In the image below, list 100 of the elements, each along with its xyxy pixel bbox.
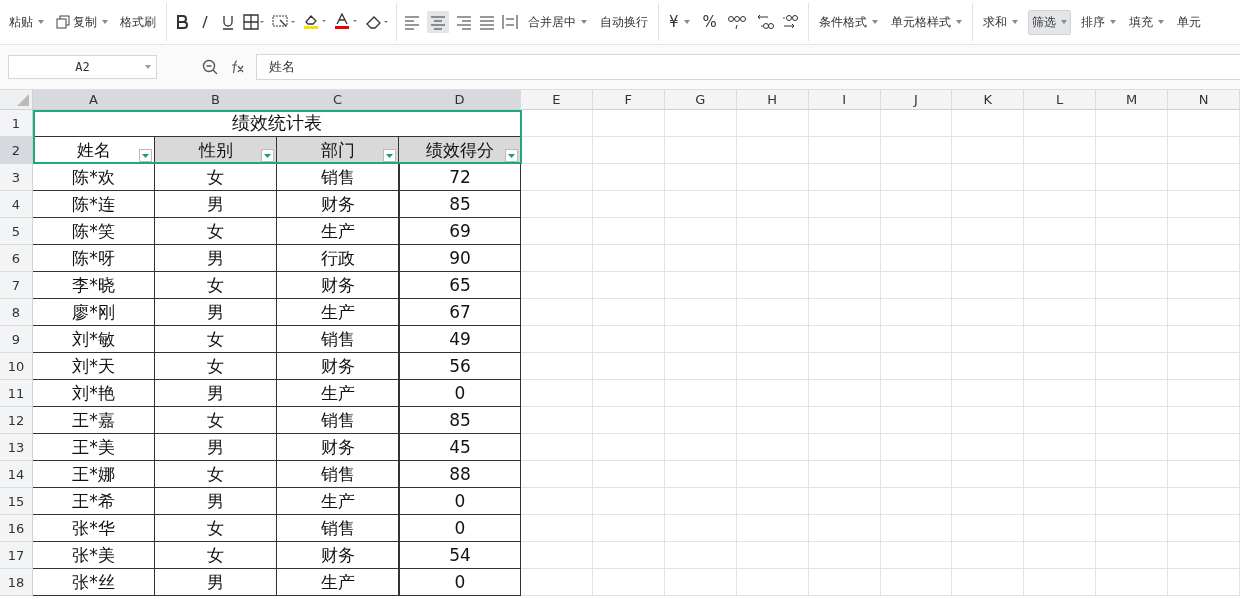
format-painter-button[interactable]: 格式刷 (117, 10, 159, 34)
column-header[interactable]: L (1024, 90, 1097, 110)
row-header[interactable]: 3 (0, 164, 33, 191)
table-cell: 销售 (277, 164, 399, 191)
row-header[interactable]: 16 (0, 515, 33, 542)
table-cell: 生产 (277, 299, 399, 326)
thousands-separator-icon[interactable] (726, 14, 747, 30)
row-header[interactable]: 17 (0, 542, 33, 569)
table-cell: 女 (155, 353, 277, 380)
table-cell: 男 (155, 380, 277, 407)
empty-cell (521, 515, 593, 542)
table-cell: 财务 (277, 434, 399, 461)
empty-cell (521, 272, 593, 299)
empty-cell (1168, 137, 1240, 164)
column-header[interactable]: K (952, 90, 1025, 110)
table-cell: 王*希 (33, 488, 155, 515)
table-cell: 女 (155, 272, 277, 299)
column-header[interactable]: C (277, 90, 399, 110)
filter-dropdown-icon[interactable] (139, 149, 152, 162)
row-header[interactable]: 12 (0, 407, 33, 434)
header-label: 姓名 (76, 138, 111, 162)
align-right-icon[interactable] (456, 14, 472, 30)
paste-button[interactable]: 粘贴 (6, 10, 47, 34)
row-header[interactable]: 14 (0, 461, 33, 488)
toolbar-button[interactable]: 单元 (1173, 10, 1204, 34)
table-cell: 销售 (277, 461, 399, 488)
name-box[interactable]: A2 (8, 55, 157, 79)
row-header[interactable]: 15 (0, 488, 33, 515)
table-cell: 陈*连 (33, 191, 155, 218)
table-cell: 男 (155, 488, 277, 515)
table-cell: 生产 (277, 569, 399, 596)
cell-fill-icon[interactable] (272, 14, 296, 30)
filter-dropdown-icon[interactable] (261, 149, 274, 162)
empty-cell (521, 245, 593, 272)
style-button[interactable]: 单元格样式 (887, 10, 965, 34)
row-header[interactable]: 8 (0, 299, 33, 326)
toolbar-button[interactable]: 排序 (1077, 10, 1119, 34)
highlight-icon[interactable] (303, 13, 327, 31)
empty-cell (521, 218, 593, 245)
row-header[interactable]: 18 (0, 569, 33, 596)
table-cell: 男 (155, 245, 277, 272)
font-color-icon[interactable] (334, 13, 358, 31)
toolbar-button[interactable]: 填充 (1125, 10, 1167, 34)
table-cell: 85 (399, 407, 521, 434)
table-cell: 女 (155, 407, 277, 434)
toolbar-button[interactable]: 筛选 (1027, 9, 1071, 35)
table-cell: 财务 (277, 272, 399, 299)
row-header[interactable]: 13 (0, 434, 33, 461)
row-header[interactable]: 10 (0, 353, 33, 380)
empty-cell (521, 110, 593, 137)
table-cell: 65 (399, 272, 521, 299)
row-header[interactable]: 2 (0, 137, 33, 164)
copy-button[interactable]: 复制 (53, 10, 111, 34)
row-header[interactable]: 1 (0, 110, 33, 137)
row-header[interactable]: 9 (0, 326, 33, 353)
row-header[interactable]: 4 (0, 191, 33, 218)
empty-cell (1168, 434, 1240, 461)
empty-cell (521, 569, 593, 596)
row-header[interactable]: 5 (0, 218, 33, 245)
row-header[interactable]: 6 (0, 245, 33, 272)
distributed-align-icon[interactable] (502, 14, 518, 30)
underline-icon[interactable] (220, 14, 236, 30)
formula-input[interactable]: 姓名 (256, 54, 1240, 80)
column-header[interactable]: N (1168, 90, 1240, 110)
zoom-icon[interactable] (202, 59, 218, 75)
empty-cell (1168, 515, 1240, 542)
table-cell: 男 (155, 569, 277, 596)
decrease-decimal-icon[interactable] (780, 13, 801, 31)
align-left-icon[interactable] (404, 14, 420, 30)
column-header[interactable]: G (664, 90, 737, 110)
border-icon[interactable] (243, 14, 265, 30)
eraser-icon[interactable] (365, 14, 389, 30)
column-header[interactable]: D (399, 90, 521, 110)
column-header[interactable]: B (155, 90, 277, 110)
row-header[interactable]: 11 (0, 380, 33, 407)
merge-center-button[interactable]: 合并居中 (525, 10, 590, 34)
column-header[interactable]: M (1096, 90, 1169, 110)
empty-cell (521, 488, 593, 515)
table-cell: 张*华 (33, 515, 155, 542)
toolbar-button[interactable]: 求和 (979, 10, 1021, 34)
column-header[interactable]: J (880, 90, 953, 110)
column-header[interactable]: I (808, 90, 881, 110)
filter-dropdown-icon[interactable] (383, 149, 396, 162)
empty-cell (521, 326, 593, 353)
column-header[interactable]: H (736, 90, 809, 110)
align-center-icon[interactable] (427, 11, 449, 33)
bold-icon[interactable] (174, 14, 190, 30)
row-header[interactable]: 7 (0, 272, 33, 299)
justify-icon[interactable] (479, 14, 495, 30)
column-header[interactable]: F (592, 90, 665, 110)
function-icon[interactable] (230, 59, 246, 75)
percent-button[interactable]: % (699, 10, 720, 34)
currency-button[interactable]: ¥ (666, 10, 693, 34)
filter-dropdown-icon[interactable] (505, 149, 518, 162)
style-button[interactable]: 条件格式 (815, 10, 881, 34)
column-header[interactable]: A (33, 90, 155, 110)
wrap-text-button[interactable]: 自动换行 (597, 10, 651, 34)
column-header[interactable]: E (521, 90, 593, 110)
header-label: 绩效得分 (425, 138, 494, 162)
empty-cell (521, 407, 593, 434)
